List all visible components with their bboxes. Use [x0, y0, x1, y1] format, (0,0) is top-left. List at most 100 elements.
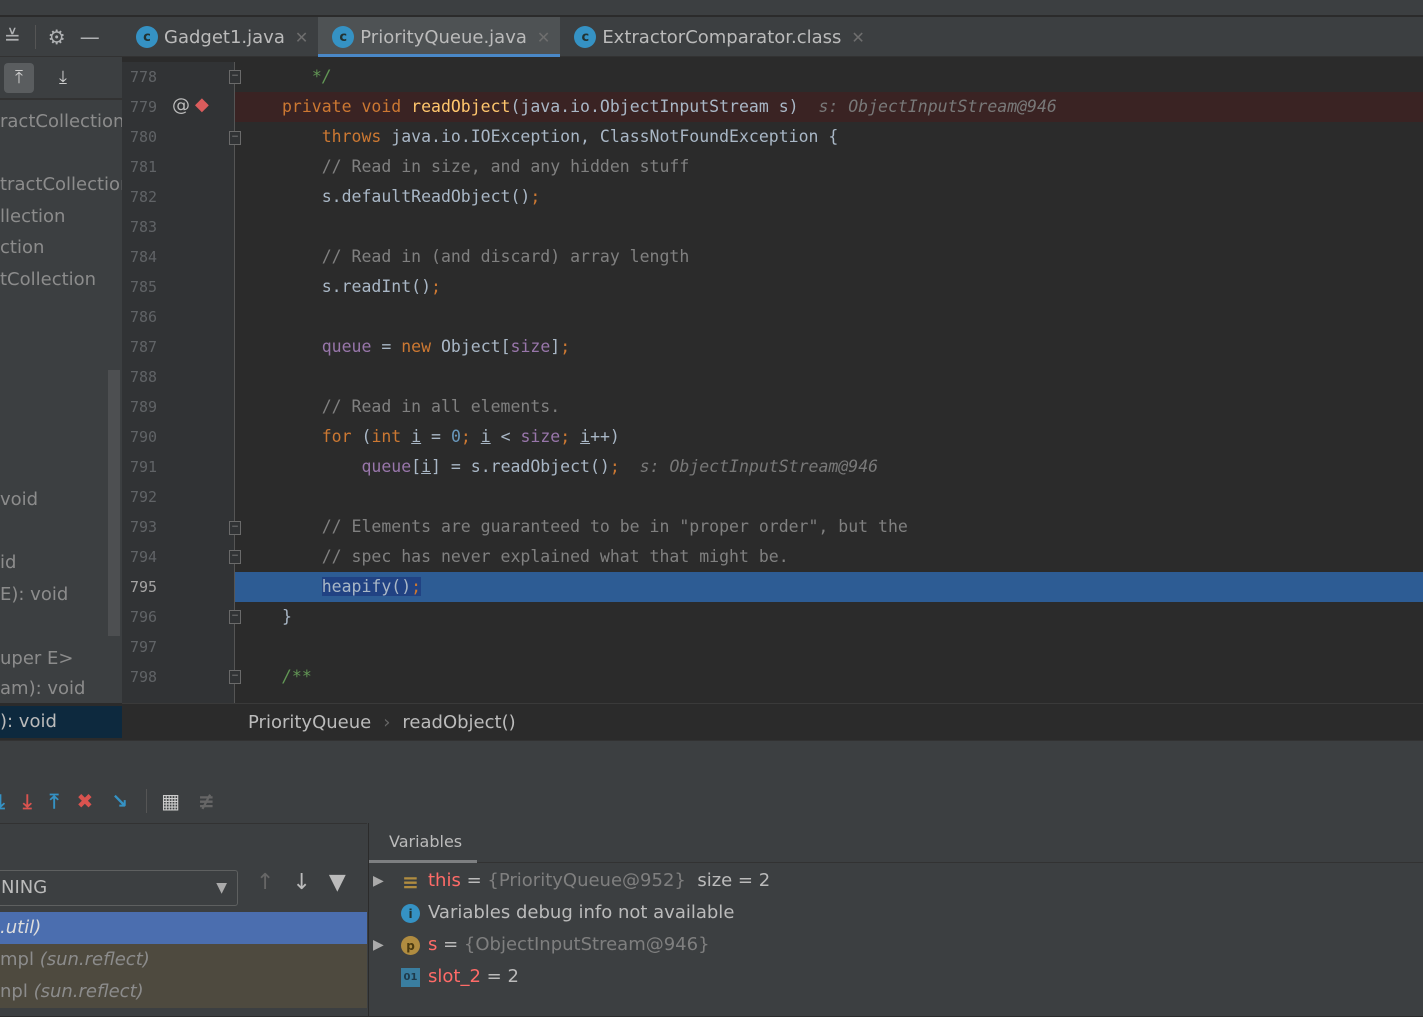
- line-number[interactable]: 778: [130, 62, 170, 92]
- structure-item[interactable]: am): void: [0, 678, 122, 699]
- frame-item[interactable]: mpl (sun.reflect): [0, 944, 367, 976]
- structure-item[interactable]: E): void: [0, 584, 122, 605]
- breadcrumb-class[interactable]: PriorityQueue: [248, 712, 371, 733]
- hide-icon[interactable]: —: [80, 25, 100, 49]
- structure-item[interactable]: llection: [0, 206, 122, 227]
- structure-item[interactable]: uper E>: [0, 648, 122, 669]
- line-number[interactable]: 796: [130, 602, 170, 632]
- code-line[interactable]: 788: [122, 362, 1423, 392]
- tab-variables[interactable]: Variables: [389, 832, 462, 851]
- code-line[interactable]: 785 s.readInt();: [122, 272, 1423, 302]
- code-line-breakpoint[interactable]: 779 private void readObject(java.io.Objec…: [122, 92, 1423, 122]
- code-token: s.readInt(): [282, 277, 432, 296]
- gear-icon[interactable]: ⚙: [34, 24, 66, 49]
- trace-icon[interactable]: ≢: [198, 789, 215, 813]
- structure-item[interactable]: ction: [0, 237, 122, 258]
- line-number[interactable]: 793: [130, 512, 170, 542]
- code-line[interactable]: 797: [122, 632, 1423, 662]
- fold-icon[interactable]: −: [229, 131, 241, 145]
- breakpoint-icon[interactable]: ◆: [195, 94, 209, 115]
- line-number[interactable]: 783: [130, 212, 170, 242]
- close-icon[interactable]: ✕: [295, 28, 308, 47]
- code-line[interactable]: 782 s.defaultReadObject();: [122, 182, 1423, 212]
- line-number[interactable]: 794: [130, 542, 170, 572]
- code-line[interactable]: 791 queue[i] = s.readObject(); s: Object…: [122, 452, 1423, 482]
- line-number[interactable]: 781: [130, 152, 170, 182]
- code-line[interactable]: 790 for (int i = 0; i < size; i++): [122, 422, 1423, 452]
- code-line[interactable]: 794 // spec has never explained what tha…: [122, 542, 1423, 572]
- code-line[interactable]: 793 // Elements are guaranteed to be in …: [122, 512, 1423, 542]
- code-text: queue = new Object[size];: [282, 332, 570, 362]
- code-line[interactable]: 778 */: [122, 62, 1423, 92]
- code-line-current[interactable]: 795 heapify();: [122, 572, 1423, 602]
- drop-frame-icon[interactable]: ✖: [77, 789, 94, 813]
- code-line[interactable]: 781 // Read in size, and any hidden stuf…: [122, 152, 1423, 182]
- line-number[interactable]: 792: [130, 482, 170, 512]
- code-line[interactable]: 789 // Read in all elements.: [122, 392, 1423, 422]
- code-text: */: [282, 62, 332, 92]
- breadcrumb-method[interactable]: readObject(): [402, 712, 515, 733]
- structure-item-selected[interactable]: ): void: [0, 706, 122, 738]
- line-number[interactable]: 788: [130, 362, 170, 392]
- line-number[interactable]: 786: [130, 302, 170, 332]
- fold-icon[interactable]: −: [229, 670, 241, 684]
- fold-icon[interactable]: −: [229, 610, 241, 624]
- step-out-icon[interactable]: ⤒: [50, 789, 59, 813]
- line-number[interactable]: 782: [130, 182, 170, 212]
- arrow-down-icon[interactable]: ↓: [292, 870, 310, 895]
- structure-item[interactable]: ractCollection: [0, 111, 122, 132]
- line-number[interactable]: 795: [130, 572, 170, 602]
- code-token: i: [580, 427, 591, 446]
- line-number[interactable]: 779: [130, 92, 170, 122]
- line-number[interactable]: 787: [130, 332, 170, 362]
- structure-item[interactable]: id: [0, 552, 122, 573]
- thread-select[interactable]: NING ▼: [0, 870, 238, 906]
- frame-item[interactable]: .util): [0, 912, 367, 944]
- structure-item[interactable]: tCollection: [0, 269, 122, 290]
- line-number[interactable]: 784: [130, 242, 170, 272]
- code-editor[interactable]: 778 */779 private void readObject(java.io…: [122, 62, 1423, 703]
- fold-icon[interactable]: −: [229, 521, 241, 535]
- close-icon[interactable]: ✕: [851, 28, 864, 47]
- step-into-icon[interactable]: ⤓: [0, 789, 5, 813]
- expand-icon[interactable]: ▶: [373, 929, 384, 961]
- tab-priorityqueue[interactable]: c PriorityQueue.java ✕: [318, 17, 561, 57]
- filter-icon[interactable]: ▼: [329, 870, 346, 895]
- structure-item[interactable]: tractCollection: [0, 174, 122, 195]
- code-line[interactable]: 780 throws java.io.IOException, ClassNot…: [122, 122, 1423, 152]
- tab-gadget1[interactable]: c Gadget1.java ✕: [122, 17, 318, 57]
- force-step-into-icon[interactable]: ⤓: [23, 789, 32, 813]
- line-number[interactable]: 785: [130, 272, 170, 302]
- scroll-from-source-icon[interactable]: ⤒: [4, 62, 34, 93]
- line-number[interactable]: 780: [130, 122, 170, 152]
- overrides-icon[interactable]: @: [172, 95, 190, 116]
- code-line[interactable]: 798 /**: [122, 662, 1423, 692]
- structure-item[interactable]: void: [0, 489, 122, 510]
- collapse-all-icon[interactable]: ≚: [4, 25, 21, 49]
- code-token: new: [401, 337, 441, 356]
- fold-icon[interactable]: −: [229, 550, 241, 564]
- code-token: private void: [282, 97, 412, 116]
- code-line[interactable]: 787 queue = new Object[size];: [122, 332, 1423, 362]
- var-extra: size = 2: [697, 870, 771, 891]
- line-number[interactable]: 789: [130, 392, 170, 422]
- line-number[interactable]: 798: [130, 662, 170, 692]
- arrow-up-icon[interactable]: ↑: [256, 870, 274, 895]
- evaluate-expression-icon[interactable]: ▦: [146, 789, 180, 813]
- close-icon[interactable]: ✕: [537, 28, 550, 47]
- line-number[interactable]: 791: [130, 452, 170, 482]
- run-to-cursor-icon[interactable]: ↘: [111, 789, 128, 813]
- frame-item[interactable]: npl (sun.reflect): [0, 976, 367, 1008]
- code-line[interactable]: 783: [122, 212, 1423, 242]
- expand-icon[interactable]: ▶: [373, 865, 384, 897]
- code-line[interactable]: 786: [122, 302, 1423, 332]
- line-number[interactable]: 790: [130, 422, 170, 452]
- code-line[interactable]: 784 // Read in (and discard) array lengt…: [122, 242, 1423, 272]
- code-line[interactable]: 792: [122, 482, 1423, 512]
- code-line[interactable]: 796}: [122, 602, 1423, 632]
- frame-name: mpl: [0, 949, 40, 970]
- tab-extractorcomparator[interactable]: c ExtractorComparator.class ✕: [560, 17, 875, 57]
- scroll-to-source-icon[interactable]: ⤓: [48, 63, 78, 93]
- line-number[interactable]: 797: [130, 632, 170, 662]
- fold-icon[interactable]: −: [229, 70, 241, 84]
